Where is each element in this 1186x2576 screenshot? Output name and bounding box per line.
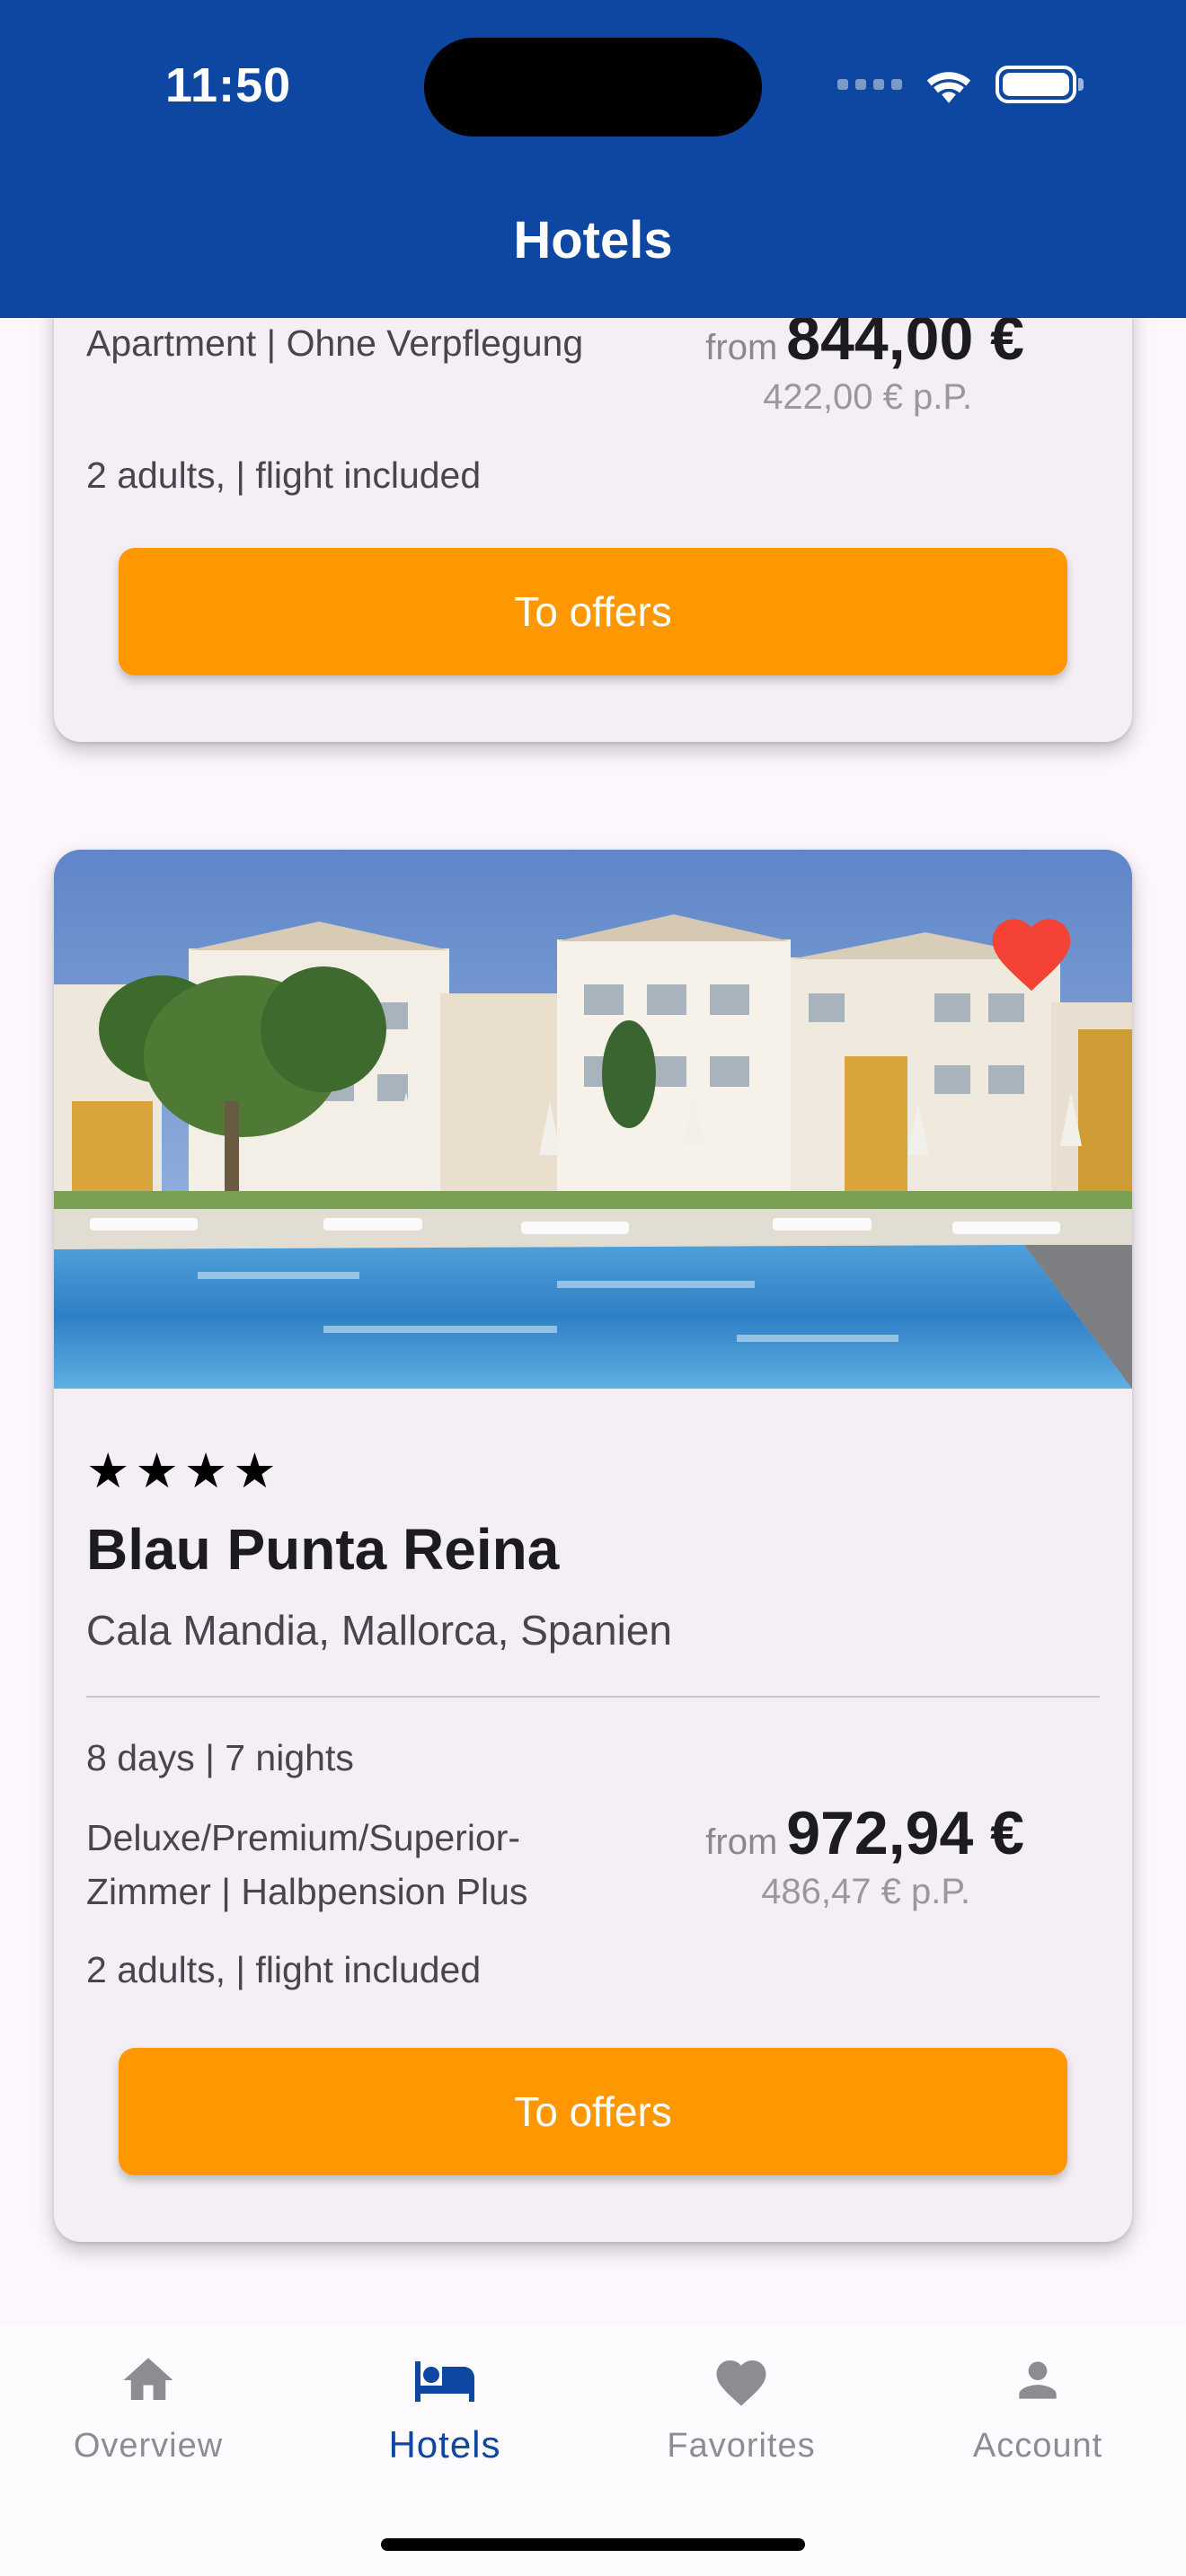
occupancy: 2 adults, | flight included xyxy=(86,1949,482,1990)
nav-item-hotels[interactable]: Hotels xyxy=(296,2344,593,2466)
nav-label: Hotels xyxy=(388,2423,501,2466)
favorite-heart-icon[interactable] xyxy=(985,907,1078,993)
nav-item-account[interactable]: Account xyxy=(890,2344,1186,2466)
from-label: from xyxy=(705,1822,778,1862)
hotels-screen: Apartment | Ohne Verpflegung from 844,00 … xyxy=(0,0,1186,2576)
price-block: from 844,00 € 422,00 € p.P. xyxy=(705,304,1024,418)
room-type: Deluxe/Premium/Superior-Zimmer | Halbpen… xyxy=(86,1817,528,1912)
from-label: from xyxy=(705,328,778,367)
hotel-name: Blau Punta Reina xyxy=(86,1517,560,1582)
nav-item-favorites[interactable]: Favorites xyxy=(593,2344,890,2466)
trip-duration: 8 days | 7 nights xyxy=(86,1737,354,1778)
divider xyxy=(86,1696,1100,1698)
heart-icon xyxy=(716,2360,766,2406)
battery-icon xyxy=(996,66,1084,103)
cellular-signal-icon xyxy=(837,79,902,90)
to-offers-button[interactable]: To offers xyxy=(119,548,1067,675)
price: 972,94 € xyxy=(786,1799,1024,1867)
to-offers-button[interactable]: To offers xyxy=(119,2048,1067,2175)
home-icon xyxy=(123,2358,173,2400)
status-icons xyxy=(837,65,1084,104)
page-title: Hotels xyxy=(513,211,673,269)
hotel-image xyxy=(54,850,1132,1389)
nav-label: Favorites xyxy=(667,2427,816,2465)
price-per-person: 486,47 € p.P. xyxy=(761,1872,970,1911)
occupancy: 2 adults, | flight included xyxy=(86,454,482,496)
person-icon xyxy=(1019,2361,1057,2399)
room-type: Apartment | Ohne Verpflegung xyxy=(86,322,584,364)
dynamic-island xyxy=(424,38,762,137)
price-block: from 972,94 € 486,47 € p.P. xyxy=(705,1798,1024,1912)
hotel-card[interactable]: ★★★★ Blau Punta Reina Cala Mandia, Mallo… xyxy=(54,850,1132,2242)
nav-item-overview[interactable]: Overview xyxy=(0,2344,296,2466)
app-bar: 11:50 Hotels xyxy=(0,0,1186,318)
wifi-icon xyxy=(926,72,971,103)
status-time: 11:50 xyxy=(165,58,292,112)
price-per-person: 422,00 € p.P. xyxy=(763,377,972,417)
hotel-location: Cala Mandia, Mallorca, Spanien xyxy=(86,1607,673,1654)
nav-label: Account xyxy=(972,2427,1103,2465)
home-indicator xyxy=(381,2538,805,2551)
bed-icon xyxy=(415,2361,474,2402)
nav-label: Overview xyxy=(73,2427,224,2465)
star-rating: ★★★★ xyxy=(86,1444,282,1498)
